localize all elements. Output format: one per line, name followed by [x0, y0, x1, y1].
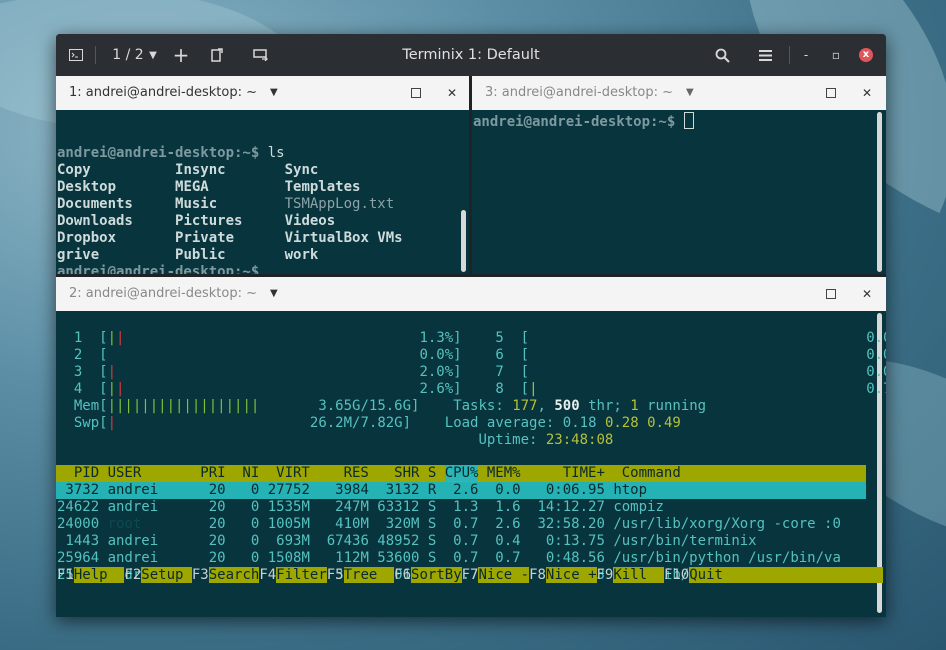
- search-icon[interactable]: [711, 34, 733, 76]
- ls-entry: Documents: [57, 196, 176, 212]
- pane-title[interactable]: 2: andrei@andrei-desktop: ~: [69, 277, 257, 311]
- shell-prompt: andrei@andrei-desktop:~$: [57, 145, 260, 161]
- text-cursor: [683, 112, 694, 129]
- function-key-label[interactable]: Nice -: [478, 567, 530, 583]
- minimize-icon[interactable]: -: [798, 34, 814, 76]
- chevron-down-icon[interactable]: ▼: [270, 277, 278, 311]
- table-row[interactable]: 24622 andrei 20 0 1535M 247M 63312 S 1.3…: [57, 499, 664, 515]
- ls-entry: Copy: [57, 162, 176, 178]
- function-key-label[interactable]: Filter: [276, 567, 327, 583]
- function-key-label[interactable]: Kill: [613, 567, 664, 583]
- function-key[interactable]: F4: [259, 567, 276, 583]
- ls-entry: Desktop: [57, 179, 176, 195]
- sync-input-icon[interactable]: [250, 34, 272, 76]
- function-key[interactable]: F8: [529, 567, 546, 583]
- ls-entry: work: [284, 247, 319, 263]
- terminal-window: 1 / 2 ▼ + Terminix 1: Default - ▫ x 1: a…: [56, 34, 886, 617]
- maximize-pane-icon[interactable]: [826, 88, 836, 98]
- shell-prompt: andrei@andrei-desktop:~$: [473, 114, 676, 130]
- close-pane-icon[interactable]: ✕: [862, 76, 872, 110]
- ls-output: Copy Insync Sync Desktop MEGA Templates …: [57, 162, 403, 263]
- pane-title[interactable]: 1: andrei@andrei-desktop: ~: [69, 76, 257, 110]
- chevron-down-icon[interactable]: ▼: [686, 76, 694, 110]
- maximize-pane-icon[interactable]: [826, 289, 836, 299]
- ls-entry: MEGA: [175, 179, 285, 195]
- chevron-down-icon[interactable]: ▼: [270, 76, 278, 110]
- titlebar-separator: [789, 46, 790, 64]
- ls-entry: Insync: [175, 162, 285, 178]
- terminal-output: andrei@andrei-desktop:~$: [473, 112, 694, 131]
- function-key-label[interactable]: Nice +: [545, 567, 597, 583]
- function-key[interactable]: F10: [664, 567, 689, 583]
- terminal-pane-1[interactable]: 1: andrei@andrei-desktop: ~ ▼ ✕ andrei@a…: [56, 76, 469, 274]
- ls-entry: Private: [175, 230, 285, 246]
- ls-entry: grive: [57, 247, 176, 263]
- function-key[interactable]: F3: [192, 567, 209, 583]
- table-row[interactable]: 25964 andrei 20 0 1508M 112M 53600 S 0.7…: [57, 550, 841, 566]
- ls-entry: Sync: [284, 162, 319, 178]
- pane-header: 3: andrei@andrei-desktop: ~ ▼ ✕: [472, 76, 886, 110]
- htop-function-bar: F1Help F2Setup F3SearchF4FilterF5Tree F6…: [57, 567, 884, 584]
- function-key-label[interactable]: Tree: [343, 567, 395, 583]
- table-row[interactable]: 1443 andrei 20 0 693M 67436 48952 S 0.7 …: [57, 533, 756, 549]
- terminal-icon[interactable]: [64, 34, 88, 76]
- ls-entry: Pictures: [175, 213, 285, 229]
- titlebar: 1 / 2 ▼ + Terminix 1: Default - ▫ x: [56, 34, 886, 76]
- scrollbar[interactable]: [877, 112, 882, 272]
- terminal-output: andrei@andrei-desktop:~$ ls Copy Insync …: [57, 128, 403, 274]
- function-key[interactable]: F2: [124, 567, 141, 583]
- shell-prompt: andrei@andrei-desktop:~$: [57, 264, 260, 274]
- function-key[interactable]: F5: [327, 567, 344, 583]
- pane-header: 1: andrei@andrei-desktop: ~ ▼ ✕: [56, 76, 469, 110]
- function-key[interactable]: F6: [394, 567, 411, 583]
- function-key-label[interactable]: Help: [73, 567, 125, 583]
- session-counter[interactable]: 1 / 2: [108, 34, 148, 76]
- terminal-pane-2[interactable]: 2: andrei@andrei-desktop: ~ ▼ ✕ 1 [|| 1.…: [56, 277, 886, 617]
- chevron-down-icon[interactable]: ▼: [144, 34, 162, 76]
- ls-entry: TSMAppLog.txt: [284, 196, 395, 212]
- close-pane-icon[interactable]: ✕: [447, 76, 457, 110]
- close-icon[interactable]: x: [858, 34, 874, 76]
- terminal-pane-3[interactable]: 3: andrei@andrei-desktop: ~ ▼ ✕ andrei@a…: [472, 76, 886, 274]
- pane-title[interactable]: 3: andrei@andrei-desktop: ~: [485, 76, 673, 110]
- function-key[interactable]: F7: [462, 567, 479, 583]
- table-row[interactable]: 24000 root 20 0 1005M 410M 320M S 0.7 2.…: [57, 516, 841, 532]
- function-key-label[interactable]: SortBy: [411, 567, 462, 583]
- htop-meters: 1 [|| 1.3%] 5 [ 0.0%] 2 [ 0.0%] 6 [ 0.0%: [57, 330, 886, 448]
- ls-entry: Public: [175, 247, 285, 263]
- function-key[interactable]: F9: [597, 567, 614, 583]
- detach-icon[interactable]: [206, 34, 228, 76]
- ls-entry: VirtualBox VMs: [284, 230, 403, 246]
- ls-entry: Downloads: [57, 213, 176, 229]
- ls-entry: Dropbox: [57, 230, 176, 246]
- titlebar-separator: [95, 46, 96, 64]
- function-key-label[interactable]: Search: [208, 567, 260, 583]
- ls-entry: Templates: [284, 179, 361, 195]
- shell-command: ls: [259, 145, 285, 161]
- maximize-icon[interactable]: ▫: [828, 34, 844, 76]
- maximize-pane-icon[interactable]: [411, 88, 421, 98]
- hamburger-menu-icon[interactable]: [754, 34, 776, 76]
- table-row[interactable]: 3732 andrei 20 0 27752 3984 3132 R 2.6 0…: [57, 482, 647, 498]
- function-key-label[interactable]: Setup: [141, 567, 192, 583]
- ls-entry: Music: [175, 196, 285, 212]
- scrollbar[interactable]: [461, 210, 466, 272]
- close-pane-icon[interactable]: ✕: [862, 277, 872, 311]
- ls-entry: Videos: [284, 213, 336, 229]
- function-key-label[interactable]: Quit: [689, 567, 723, 583]
- plus-icon[interactable]: +: [170, 34, 192, 76]
- pane-header: 2: andrei@andrei-desktop: ~ ▼ ✕: [56, 277, 886, 311]
- function-key[interactable]: F1: [57, 567, 74, 583]
